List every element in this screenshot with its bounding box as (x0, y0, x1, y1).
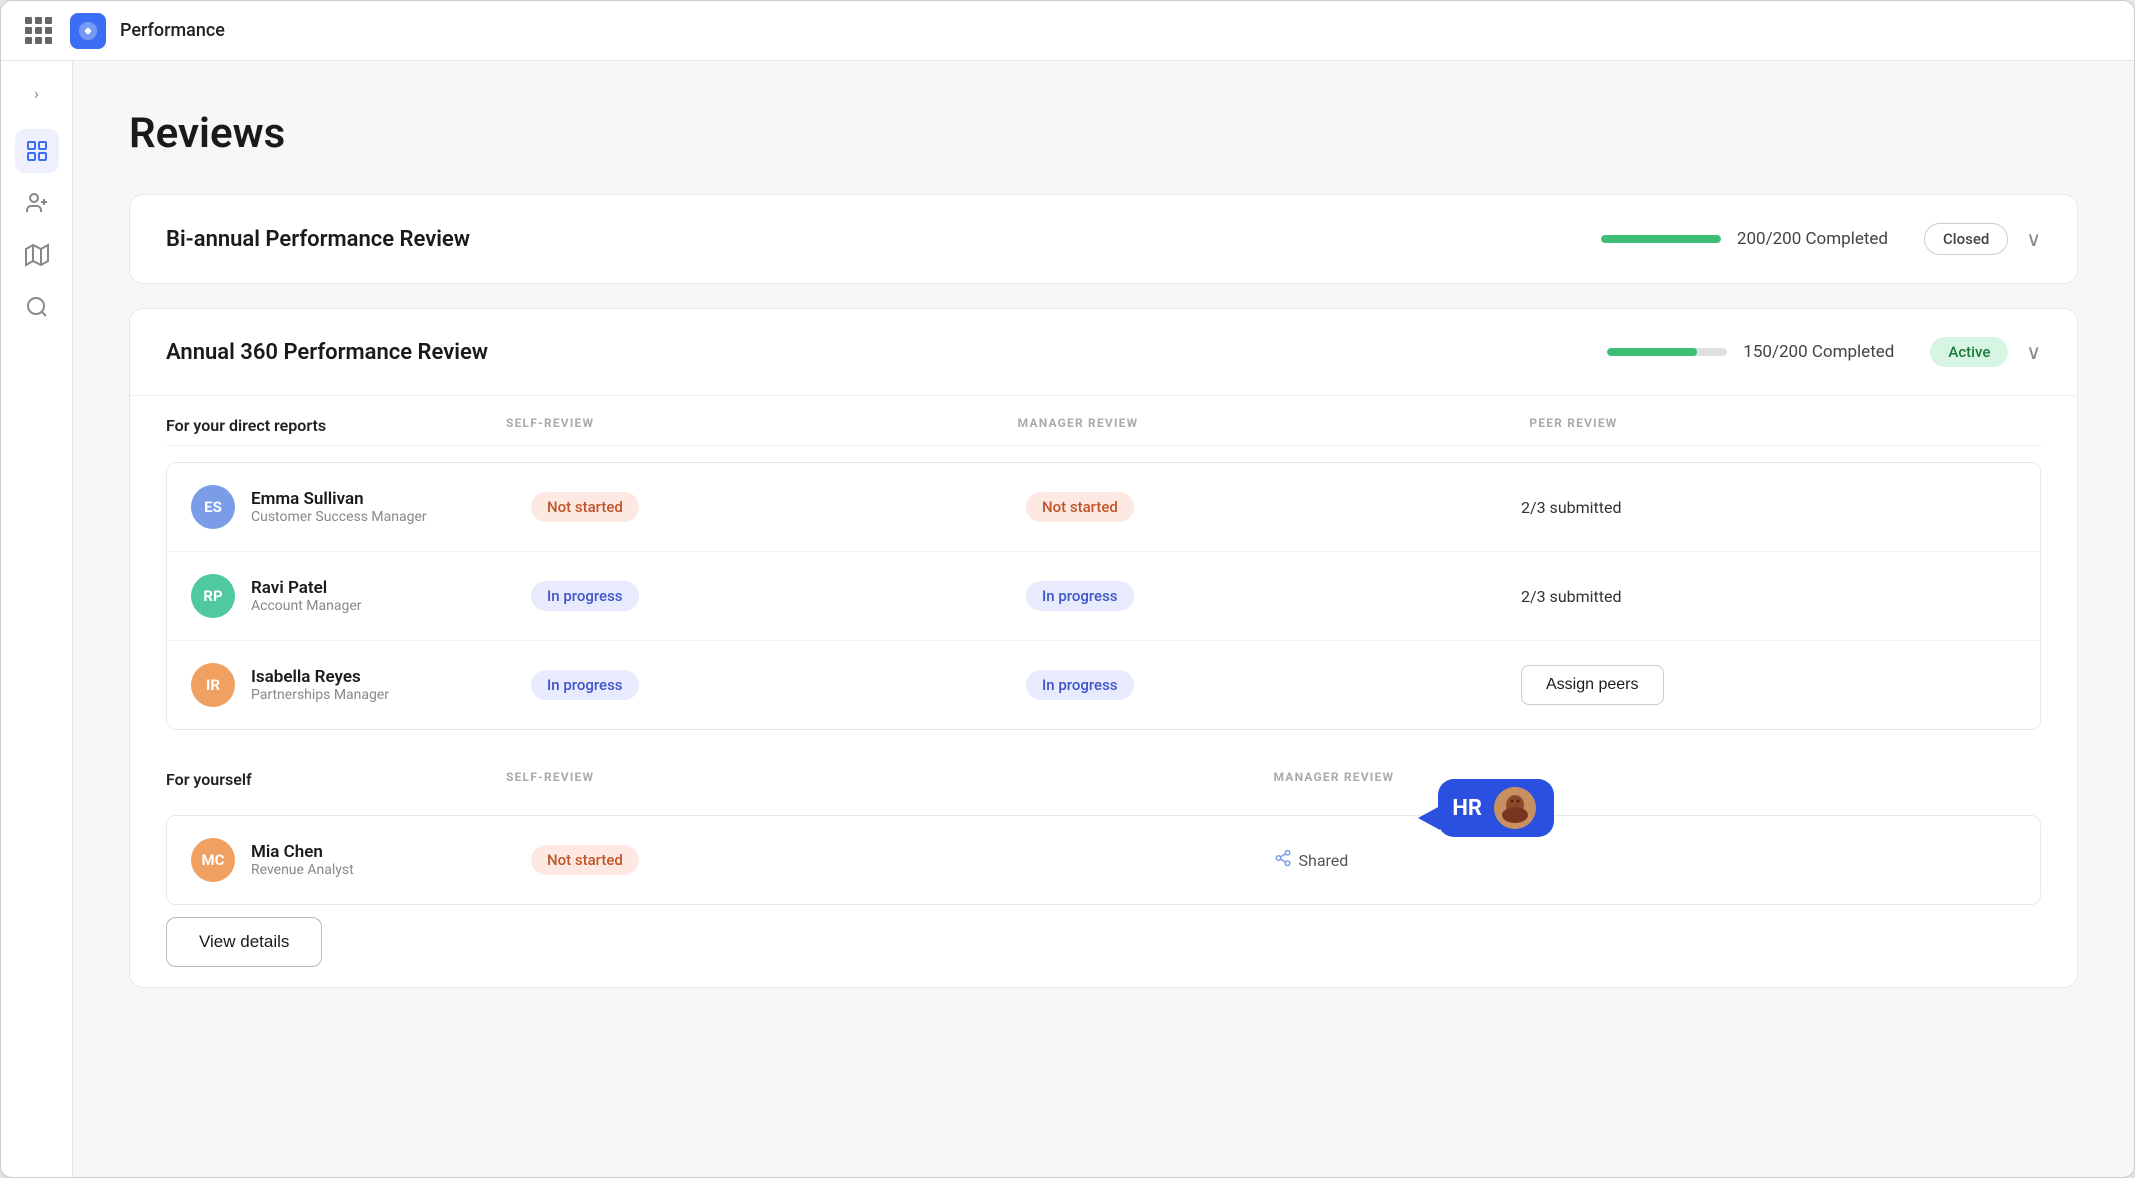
table-row: MC Mia Chen Revenue Analyst Not started (167, 816, 2040, 904)
person-info-isabella: IR Isabella Reyes Partnerships Manager (191, 663, 531, 707)
ravi-manager-review-pill: In progress (1026, 581, 1134, 611)
isabella-manager-review-pill: In progress (1026, 670, 1134, 700)
ravi-self-review-cell: In progress (531, 581, 1026, 611)
biannual-progress-fill (1601, 235, 1721, 243)
emma-manager-review-cell: Not started (1026, 492, 1521, 522)
emma-self-review-pill: Not started (531, 492, 639, 522)
person-name-emma: Emma Sullivan (251, 489, 427, 509)
app-window: Performance › (0, 0, 2135, 1178)
biannual-title: Bi-annual Performance Review (166, 227, 470, 252)
sidebar-item-map[interactable] (15, 233, 59, 277)
biannual-chevron-icon[interactable]: ∨ (2026, 227, 2041, 251)
isabella-self-review-cell: In progress (531, 670, 1026, 700)
self-review-col-header: SELF-REVIEW (506, 416, 1018, 435)
for-yourself-self-review-col: SELF-REVIEW (506, 770, 1274, 789)
annual360-status-badge: Active (1930, 337, 2008, 367)
annual360-progress-area: 150/200 Completed (536, 342, 1894, 362)
emma-peer-review-cell: 2/3 submitted (1521, 498, 2016, 517)
avatar-mia: MC (191, 838, 235, 882)
avatar-emma: ES (191, 485, 235, 529)
person-name-ravi: Ravi Patel (251, 578, 362, 598)
manager-review-col-header: MANAGER REVIEW (1018, 416, 1530, 435)
annual360-chevron-icon[interactable]: ∨ (2026, 340, 2041, 364)
table-row: IR Isabella Reyes Partnerships Manager I… (167, 641, 2040, 729)
biannual-progress-track (1601, 235, 1721, 243)
peer-review-col-header: PEER REVIEW (1529, 416, 2041, 435)
direct-reports-col-headers: For your direct reports SELF-REVIEW MANA… (166, 396, 2041, 446)
for-yourself-manager-review-col: MANAGER REVIEW (1274, 770, 2042, 789)
direct-reports-rows: ES Emma Sullivan Customer Success Manage… (166, 462, 2041, 730)
sidebar-item-users[interactable] (15, 181, 59, 225)
person-name-isabella: Isabella Reyes (251, 667, 389, 687)
assign-peers-button[interactable]: Assign peers (1521, 665, 1664, 705)
for-yourself-col-headers: For yourself SELF-REVIEW MANAGER REVIEW (166, 754, 2041, 799)
top-bar: Performance (1, 1, 2134, 61)
annual360-progress-track (1607, 348, 1727, 356)
avatar-ravi: RP (191, 574, 235, 618)
avatar-isabella: IR (191, 663, 235, 707)
mia-self-review-pill: Not started (531, 845, 639, 875)
sidebar-item-grid[interactable] (15, 129, 59, 173)
ravi-manager-review-cell: In progress (1026, 581, 1521, 611)
review-card-annual360-header[interactable]: Annual 360 Performance Review 150/200 Co… (130, 309, 2077, 395)
person-name-mia: Mia Chen (251, 842, 354, 862)
shared-text: Shared (1299, 851, 1349, 870)
annual360-expanded: For your direct reports SELF-REVIEW MANA… (130, 395, 2077, 987)
ravi-self-review-pill: In progress (531, 581, 639, 611)
table-row: RP Ravi Patel Account Manager In progres… (167, 552, 2040, 641)
mia-manager-review-cell: Shared (1274, 849, 2017, 872)
annual360-progress-text: 150/200 Completed (1743, 342, 1894, 362)
sidebar: › (1, 61, 73, 1177)
sidebar-toggle[interactable]: › (21, 77, 53, 109)
mia-self-review-cell: Not started (531, 845, 1274, 875)
isabella-manager-review-cell: In progress (1026, 670, 1521, 700)
person-role-emma: Customer Success Manager (251, 509, 427, 525)
ravi-peer-review-cell: 2/3 submitted (1521, 587, 2016, 606)
app-logo (70, 13, 106, 49)
person-role-isabella: Partnerships Manager (251, 687, 389, 703)
emma-peer-review-text: 2/3 submitted (1521, 498, 1622, 517)
annual360-title: Annual 360 Performance Review (166, 340, 488, 365)
isabella-peer-review-cell: Assign peers (1521, 665, 2016, 705)
biannual-progress-text: 200/200 Completed (1737, 229, 1888, 249)
mia-shared-badge: Shared (1274, 849, 1349, 872)
biannual-status-badge: Closed (1924, 223, 2008, 255)
page-title: Reviews (129, 109, 2078, 158)
person-info-mia: MC Mia Chen Revenue Analyst (191, 838, 531, 882)
for-yourself-label: For yourself (166, 770, 506, 789)
shared-icon (1274, 849, 1292, 872)
emma-manager-review-pill: Not started (1026, 492, 1134, 522)
table-row: ES Emma Sullivan Customer Success Manage… (167, 463, 2040, 552)
review-card-biannual-header[interactable]: Bi-annual Performance Review 200/200 Com… (130, 195, 2077, 283)
main-layout: › (1, 61, 2134, 1177)
annual360-progress-fill (1607, 348, 1697, 356)
direct-reports-label: For your direct reports (166, 416, 506, 435)
for-yourself-rows: MC Mia Chen Revenue Analyst Not started (166, 815, 2041, 905)
person-info-ravi: RP Ravi Patel Account Manager (191, 574, 531, 618)
ravi-peer-review-text: 2/3 submitted (1521, 587, 1622, 606)
person-role-mia: Revenue Analyst (251, 862, 354, 878)
app-title: Performance (120, 20, 225, 41)
sidebar-item-search[interactable] (15, 285, 59, 329)
person-info-emma: ES Emma Sullivan Customer Success Manage… (191, 485, 531, 529)
view-details-button[interactable]: View details (166, 917, 322, 967)
person-role-ravi: Account Manager (251, 598, 362, 614)
content-area: Reviews Bi-annual Performance Review 200… (73, 61, 2134, 1177)
review-card-biannual: Bi-annual Performance Review 200/200 Com… (129, 194, 2078, 284)
isabella-self-review-pill: In progress (531, 670, 639, 700)
review-card-annual360: Annual 360 Performance Review 150/200 Co… (129, 308, 2078, 988)
emma-self-review-cell: Not started (531, 492, 1026, 522)
biannual-progress-area: 200/200 Completed (518, 229, 1888, 249)
app-grid-icon[interactable] (25, 17, 52, 44)
